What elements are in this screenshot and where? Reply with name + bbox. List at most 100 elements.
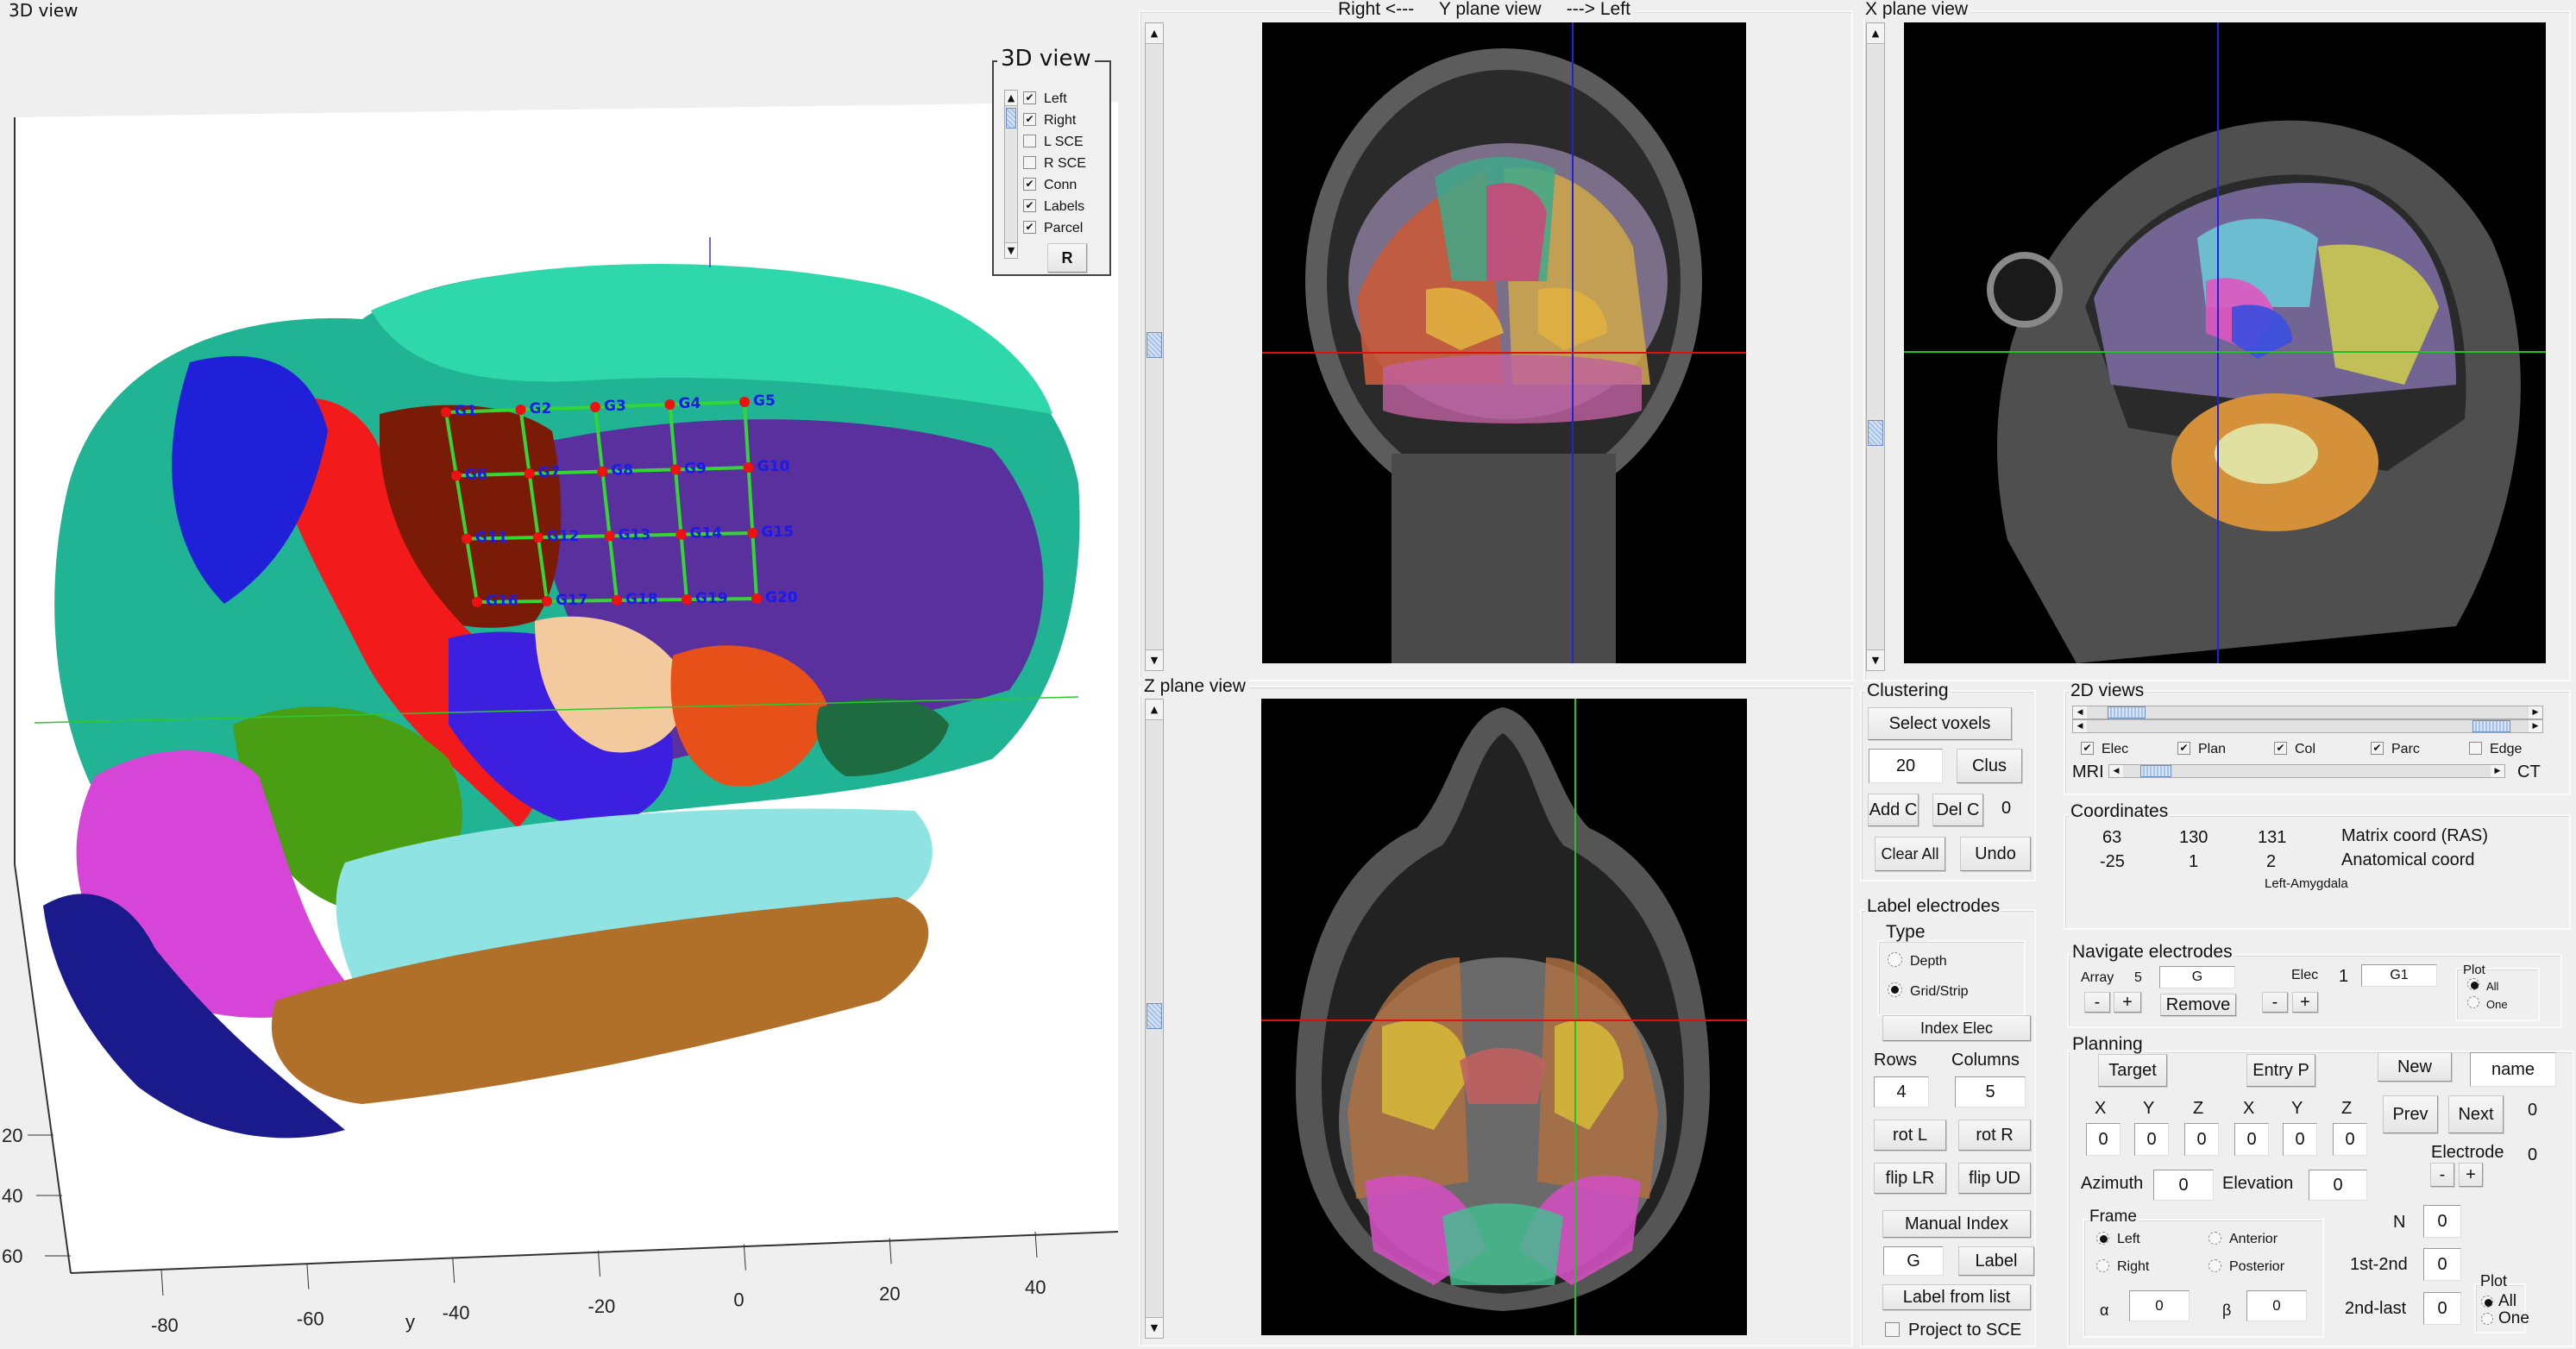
legend-checkbox-left[interactable]: ✔	[1023, 91, 1036, 104]
azimuth-input[interactable]: 0	[2153, 1170, 2214, 1201]
trajectory-name-input[interactable]: name	[2470, 1052, 2556, 1087]
planning-plot-radio-one[interactable]	[2481, 1313, 2493, 1325]
planning-plot-radio-all[interactable]	[2481, 1296, 2493, 1308]
first-second-input[interactable]: 0	[2423, 1248, 2461, 1281]
electrode-marker[interactable]	[747, 528, 758, 538]
views2d-checkbox-plan[interactable]: ✔	[2177, 742, 2190, 755]
electrode-plus-button[interactable]: +	[2459, 1163, 2483, 1187]
elec-name-input[interactable]: G1	[2361, 964, 2437, 987]
scroll-left-icon[interactable]: ◀	[2073, 720, 2087, 732]
project-sce-checkbox[interactable]	[1885, 1322, 1900, 1337]
electrode-minus-button[interactable]: -	[2430, 1163, 2454, 1187]
array-next-button[interactable]: +	[2114, 992, 2141, 1013]
entry-point-button[interactable]: Entry P	[2246, 1054, 2315, 1087]
scroll-thumb[interactable]	[1147, 1003, 1162, 1029]
elevation-input[interactable]: 0	[2309, 1170, 2367, 1201]
electrode-marker[interactable]	[590, 402, 600, 412]
view3d-axes[interactable]: G1 G2 G3 G4 G5 G6 G7 G8 G9 G10 G11 G12 G13 G14 G15 G16 G…	[0, 0, 1122, 1349]
yplane-image[interactable]	[1262, 22, 1746, 663]
xplane-image[interactable]	[1904, 22, 2546, 663]
legend-checkbox-right[interactable]: ✔	[1023, 113, 1036, 126]
electrode-marker[interactable]	[675, 529, 687, 540]
scroll-right-icon[interactable]: ▶	[2529, 720, 2542, 732]
views2d-checkbox-edge[interactable]	[2469, 742, 2482, 755]
alpha-input[interactable]: 0	[2129, 1290, 2190, 1321]
scroll-down-icon[interactable]: ▼	[1005, 242, 1017, 258]
add-cluster-button[interactable]: Add C	[1868, 794, 1919, 826]
scroll-down-icon[interactable]: ▼	[1146, 649, 1163, 670]
remove-array-button[interactable]: Remove	[2160, 994, 2236, 1016]
manual-index-button[interactable]: Manual Index	[1882, 1210, 2031, 1238]
label-from-list-button[interactable]: Label from list	[1882, 1284, 2031, 1310]
n-input[interactable]: 0	[2423, 1205, 2461, 1238]
electrode-marker[interactable]	[682, 594, 692, 605]
electrode-marker[interactable]	[612, 595, 622, 605]
electrode-marker[interactable]	[739, 397, 750, 407]
electrode-marker[interactable]	[441, 407, 451, 417]
target-x-input[interactable]: 0	[2086, 1123, 2120, 1156]
views2d-slider-1[interactable]: ◀ ▶	[2072, 706, 2543, 719]
second-last-input[interactable]: 0	[2423, 1292, 2461, 1325]
undo-button[interactable]: Undo	[1960, 837, 2031, 871]
label-button[interactable]: Label	[1958, 1246, 2034, 1276]
electrode-marker[interactable]	[597, 466, 608, 477]
scroll-thumb[interactable]	[1147, 332, 1162, 358]
electrode-marker[interactable]	[743, 462, 754, 473]
columns-input[interactable]: 5	[1955, 1076, 2026, 1107]
legend-checkbox-r-sce[interactable]	[1023, 156, 1036, 169]
array-name-input[interactable]: G	[2159, 966, 2235, 988]
scroll-up-icon[interactable]: ▲	[1005, 91, 1017, 106]
scroll-down-icon[interactable]: ▼	[1146, 1317, 1163, 1338]
flip-lr-button[interactable]: flip LR	[1874, 1163, 1946, 1194]
legend-checkbox-parcel[interactable]: ✔	[1023, 221, 1036, 234]
clear-all-button[interactable]: Clear All	[1875, 837, 1945, 871]
target-y-input[interactable]: 0	[2134, 1123, 2169, 1156]
mri-ct-slider[interactable]: ◀ ▶	[2108, 764, 2505, 778]
beta-input[interactable]: 0	[2246, 1290, 2307, 1321]
prev-trajectory-button[interactable]: Prev	[2383, 1095, 2438, 1133]
views2d-slider-2[interactable]: ◀ ▶	[2072, 719, 2543, 733]
select-voxels-button[interactable]: Select voxels	[1868, 707, 2012, 740]
rotate-left-button[interactable]: rot L	[1874, 1120, 1946, 1151]
electrode-marker[interactable]	[542, 596, 552, 606]
frame-radio-right[interactable]	[2096, 1259, 2109, 1272]
scroll-up-icon[interactable]: ▲	[1867, 23, 1884, 44]
scroll-down-icon[interactable]: ▼	[1867, 649, 1884, 670]
label-prefix-input[interactable]: G	[1883, 1246, 1944, 1276]
electrode-marker[interactable]	[515, 405, 526, 415]
scroll-up-icon[interactable]: ▲	[1146, 700, 1163, 720]
legend-reset-button[interactable]: R	[1047, 243, 1087, 273]
slider-thumb[interactable]	[2472, 720, 2510, 732]
electrode-marker[interactable]	[604, 530, 615, 542]
target-button[interactable]: Target	[2098, 1054, 2167, 1087]
elec-prev-button[interactable]: -	[2262, 992, 2288, 1013]
scroll-left-icon[interactable]: ◀	[2109, 765, 2123, 777]
views2d-checkbox-elec[interactable]: ✔	[2081, 742, 2094, 755]
electrode-marker[interactable]	[751, 593, 762, 604]
legend-checkbox-labels[interactable]: ✔	[1023, 199, 1036, 212]
scroll-thumb[interactable]	[1006, 108, 1016, 129]
cluster-button[interactable]: Clus	[1957, 749, 2022, 783]
array-prev-button[interactable]: -	[2084, 992, 2110, 1013]
yplane-slice-scrollbar[interactable]: ▲ ▼	[1145, 22, 1164, 671]
rotate-right-button[interactable]: rot R	[1958, 1120, 2031, 1151]
index-elec-button[interactable]: Index Elec	[1882, 1015, 2031, 1041]
delete-cluster-button[interactable]: Del C	[1932, 794, 1983, 826]
electrode-marker[interactable]	[532, 532, 543, 543]
legend-scrollbar[interactable]: ▲ ▼	[1004, 90, 1018, 259]
scroll-right-icon[interactable]: ▶	[2491, 765, 2504, 777]
electrode-marker[interactable]	[451, 470, 462, 481]
new-trajectory-button[interactable]: New	[2378, 1052, 2452, 1082]
legend-checkbox-conn[interactable]: ✔	[1023, 178, 1036, 191]
views2d-checkbox-col[interactable]: ✔	[2274, 742, 2287, 755]
zplane-slice-scrollbar[interactable]: ▲ ▼	[1145, 699, 1164, 1339]
next-trajectory-button[interactable]: Next	[2448, 1095, 2504, 1133]
entry-y-input[interactable]: 0	[2283, 1123, 2317, 1156]
electrode-marker[interactable]	[462, 533, 472, 544]
xplane-slice-scrollbar[interactable]: ▲ ▼	[1866, 22, 1885, 671]
scroll-right-icon[interactable]: ▶	[2529, 706, 2542, 718]
entry-z-input[interactable]: 0	[2333, 1123, 2367, 1156]
zplane-image[interactable]	[1261, 699, 1747, 1335]
navigate-plot-radio-all[interactable]	[2467, 978, 2479, 990]
slider-thumb[interactable]	[2107, 706, 2146, 718]
